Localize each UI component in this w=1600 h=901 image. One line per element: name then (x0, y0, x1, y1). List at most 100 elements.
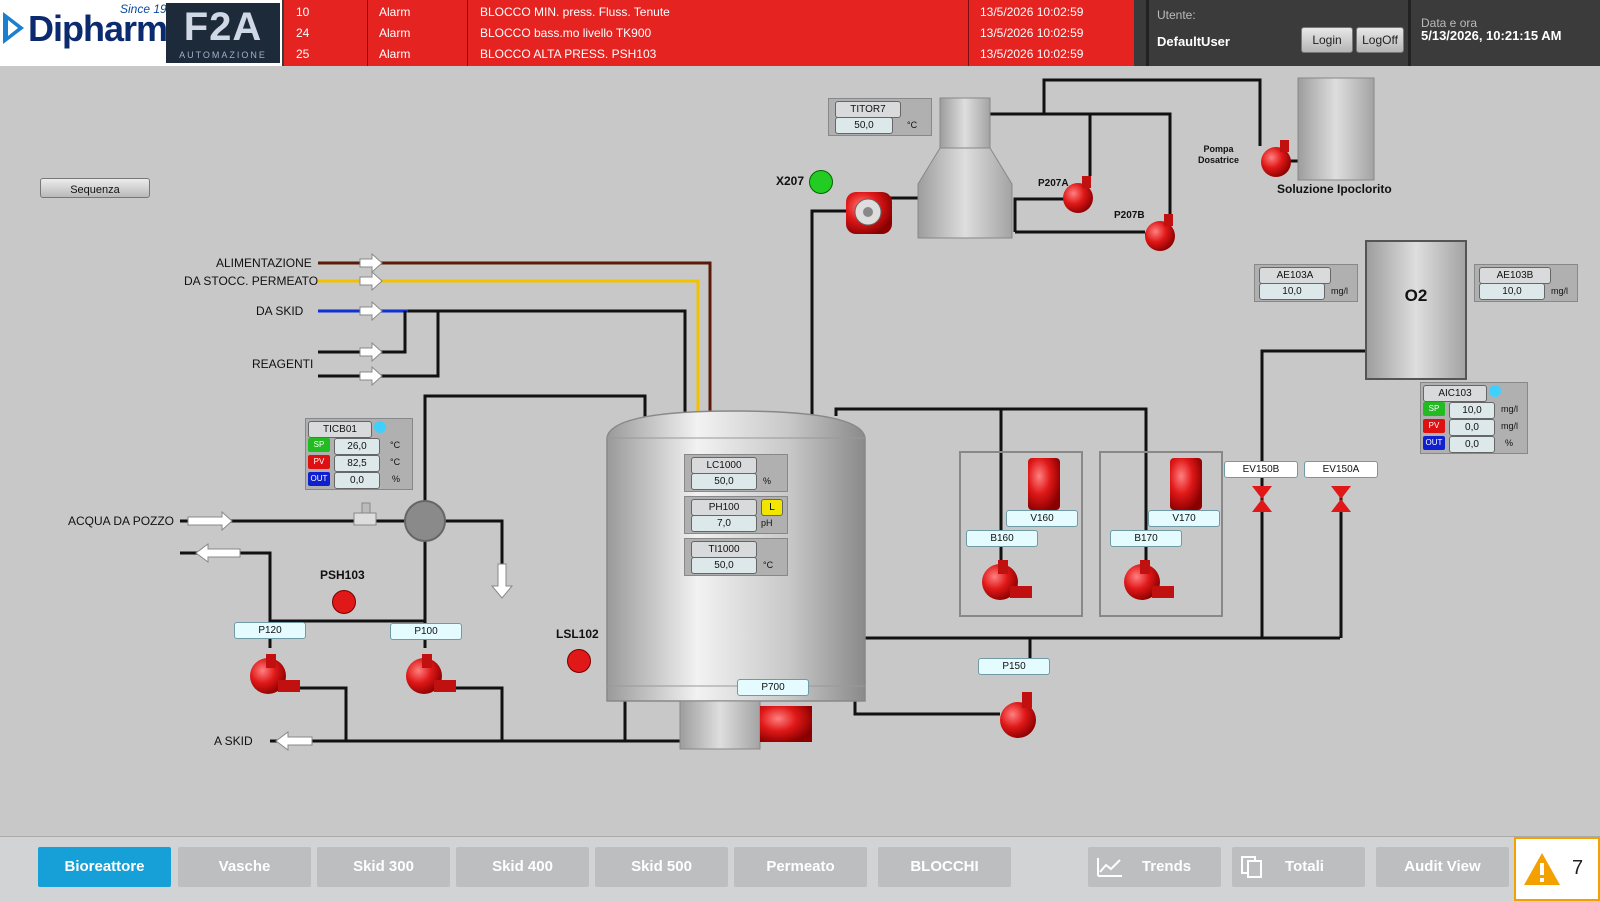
tab-skid-300[interactable]: Skid 300 (317, 847, 450, 887)
p150-label[interactable]: P150 (978, 658, 1050, 675)
unit: % (763, 476, 772, 486)
ae103a-tag: AE103A (1259, 267, 1331, 284)
inlet-stocc-permeato: DA STOCC. PERMEATO (184, 274, 319, 288)
pompa-dosatrice-icon[interactable] (1258, 140, 1298, 185)
lsl102-indicator[interactable] (567, 649, 591, 673)
tab-vasche[interactable]: Vasche (178, 847, 311, 887)
p100-pump-icon[interactable] (404, 652, 458, 701)
unit: mg/l (1551, 286, 1569, 296)
b160-pump-icon[interactable] (980, 558, 1034, 607)
ev150a-label[interactable]: EV150A (1304, 461, 1378, 478)
b170-pump-icon[interactable] (1122, 558, 1176, 607)
unit: mg/l (1501, 404, 1519, 414)
manual-valve-icon (353, 502, 377, 526)
outlet-a-skid: A SKID (214, 734, 253, 748)
aic103-pv-value: 0,0 (1449, 419, 1495, 436)
alarm-id: 24 (296, 26, 310, 40)
alarm-time: 13/5/2026 10:02:59 (980, 5, 1084, 19)
p150-pump-icon[interactable] (996, 692, 1040, 745)
p100-label[interactable]: P100 (390, 623, 462, 640)
aic103-sp-value[interactable]: 10,0 (1449, 402, 1495, 419)
titor7-indicator: TITOR7 50,0 °C (828, 98, 932, 136)
inlet-skid: DA SKID (256, 304, 304, 318)
sp-label: SP (1423, 402, 1445, 416)
ae103b-value: 10,0 (1479, 283, 1545, 300)
unit: mg/l (1331, 286, 1349, 296)
x207-fan-icon[interactable] (844, 186, 894, 241)
hand-icon (1489, 385, 1501, 397)
pompa-dosatrice-label: Pompa Dosatrice (1198, 144, 1240, 165)
aic103-out-value: 0,0 (1449, 436, 1495, 453)
inlet-alimentazione: ALIMENTAZIONE (216, 256, 312, 270)
v160-label[interactable]: V160 (1006, 510, 1078, 527)
alarm-id: 10 (296, 5, 310, 19)
x207-label: X207 (776, 174, 805, 188)
unit: % (392, 474, 401, 484)
alarm-message: BLOCCO MIN. press. Fluss. Tenute (480, 5, 670, 19)
alarm-row[interactable]: 25 Alarm BLOCCO ALTA PRESS. PSH103 13/5/… (284, 43, 1134, 65)
out-label: OUT (1423, 436, 1445, 450)
documents-icon (1241, 856, 1262, 878)
ticb01-pv-value: 82,5 (334, 455, 380, 472)
alarm-message: BLOCCO bass.mo livello TK900 (480, 26, 652, 40)
ev150b-label[interactable]: EV150B (1224, 461, 1298, 478)
hand-icon (374, 421, 386, 433)
unit: °C (390, 440, 401, 450)
p120-label[interactable]: P120 (234, 622, 306, 639)
p120-pump-icon[interactable] (248, 652, 302, 701)
b160-label[interactable]: B160 (966, 530, 1038, 547)
lc1000-value: 50,0 (691, 473, 757, 490)
ticb01-out-value: 0,0 (334, 472, 380, 489)
ph100-low-badge: L (761, 499, 783, 516)
tab-skid-500[interactable]: Skid 500 (595, 847, 728, 887)
unit: °C (763, 560, 774, 570)
logoff-button[interactable]: LogOff (1356, 27, 1404, 53)
psh103-indicator[interactable] (332, 590, 356, 614)
alarm-row[interactable]: 24 Alarm BLOCCO bass.mo livello TK900 13… (284, 22, 1134, 44)
tab-permeato[interactable]: Permeato (734, 847, 867, 887)
ae103b-indicator: AE103B 10,0 mg/l (1474, 264, 1578, 302)
unit: mg/l (1501, 421, 1519, 431)
sequenza-button[interactable]: Sequenza (40, 178, 150, 198)
b170-label[interactable]: B170 (1110, 530, 1182, 547)
ticb01-sp-value[interactable]: 26,0 (334, 438, 380, 455)
login-button[interactable]: Login (1301, 27, 1353, 53)
date-value: 5/13/2026, 10:21:15 AM (1421, 28, 1562, 43)
ae103a-value: 10,0 (1259, 283, 1325, 300)
inlet-acqua-pozzo: ACQUA DA POZZO (68, 514, 175, 528)
titor7-value: 50,0 (835, 117, 893, 134)
pv-label: PV (308, 455, 330, 469)
alarm-row[interactable]: 10 Alarm BLOCCO MIN. press. Fluss. Tenut… (284, 1, 1134, 23)
p700-label[interactable]: P700 (737, 679, 809, 696)
psh103-label: PSH103 (320, 568, 365, 582)
audit-view-button[interactable]: Audit View (1376, 847, 1509, 887)
datetime-panel: Data e ora 5/13/2026, 10:21:15 AM (1408, 0, 1600, 66)
ph100-tag: PH100 (691, 499, 757, 516)
p207b-label: P207B (1114, 210, 1145, 221)
dipharma-logo-mark-icon (3, 12, 24, 44)
alarm-list[interactable]: 10 Alarm BLOCCO MIN. press. Fluss. Tenut… (284, 0, 1134, 66)
alarm-count: 7 (1572, 857, 1584, 879)
ae103a-indicator: AE103A 10,0 mg/l (1254, 264, 1358, 302)
active-alarms-button[interactable]: 7 (1514, 837, 1600, 901)
tab-bioreattore[interactable]: Bioreattore (38, 847, 171, 887)
trend-chart-icon (1097, 858, 1122, 877)
alarm-type: Alarm (379, 26, 411, 40)
x207-indicator[interactable] (809, 170, 833, 194)
user-panel: Utente: DefaultUser Login LogOff (1146, 0, 1409, 66)
lsl102-label: LSL102 (556, 627, 599, 641)
tab-skid-400[interactable]: Skid 400 (456, 847, 589, 887)
ticb01-controller[interactable]: TICB01 SP 26,0 °C PV 82,5 °C OUT 0,0 % (305, 418, 413, 490)
trends-label: Trends (1141, 858, 1192, 875)
bottom-navigation: Bioreattore Vasche Skid 300 Skid 400 Ski… (0, 836, 1600, 901)
unit: pH (761, 518, 773, 528)
v170-label[interactable]: V170 (1148, 510, 1220, 527)
trends-button[interactable]: Trends (1088, 847, 1221, 887)
alarm-type: Alarm (379, 5, 411, 19)
p207b-pump-icon[interactable] (1142, 214, 1182, 259)
tab-blocchi[interactable]: BLOCCHI (878, 847, 1011, 887)
totali-button[interactable]: Totali (1232, 847, 1365, 887)
alarm-type: Alarm (379, 47, 411, 61)
aic103-controller[interactable]: AIC103 SP 10,0 mg/l PV 0,0 mg/l OUT 0,0 … (1420, 382, 1528, 454)
ti1000-value: 50,0 (691, 557, 757, 574)
